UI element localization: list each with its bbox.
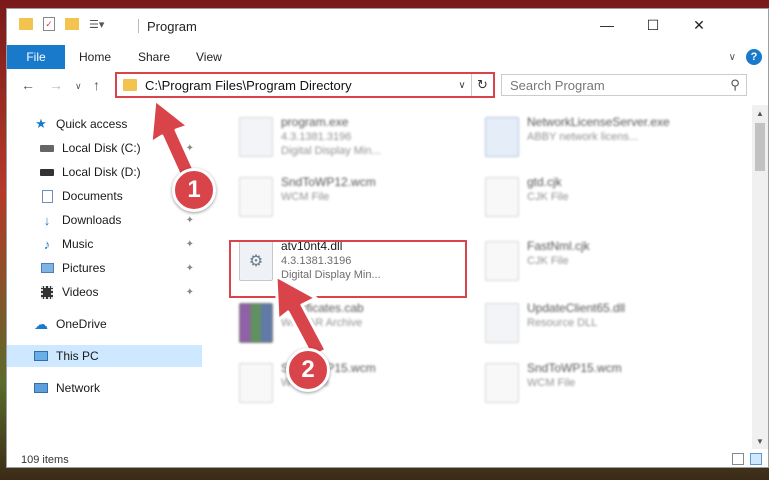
- file-explorer-window: ✓ ☰▾ Program — ☐ ✕ File Home Share View …: [6, 8, 769, 468]
- video-icon: [39, 285, 55, 299]
- drive-icon: [39, 141, 55, 155]
- new-folder-icon[interactable]: [65, 18, 79, 30]
- file-icon: [485, 241, 519, 281]
- sidebar-item-downloads[interactable]: ↓ Downloads ✦: [7, 209, 202, 231]
- sidebar-item-local-disk-c[interactable]: Local Disk (C:) ✦: [7, 137, 202, 159]
- pin-icon[interactable]: ✦: [186, 143, 194, 154]
- highlight-box: [229, 240, 467, 298]
- sidebar-item-pictures[interactable]: Pictures ✦: [7, 257, 202, 279]
- pin-icon[interactable]: ✦: [186, 287, 194, 298]
- document-icon: [39, 189, 55, 203]
- back-arrow-icon[interactable]: ←: [21, 77, 35, 93]
- large-icons-view-icon[interactable]: [750, 453, 762, 465]
- file-icon: [239, 363, 273, 403]
- ribbon-tabs: File Home Share View ∨ ?: [7, 45, 768, 69]
- item-count: 109 items: [21, 454, 69, 466]
- sidebar-item-music[interactable]: ♪ Music ✦: [7, 233, 202, 255]
- vertical-scrollbar[interactable]: ▲ ▼: [752, 105, 768, 449]
- sidebar-item-this-pc[interactable]: This PC: [7, 345, 202, 367]
- file-item[interactable]: SndToWP12.wcm WCM File: [229, 171, 469, 223]
- picture-icon: [39, 261, 55, 275]
- expand-ribbon-icon[interactable]: ∨: [729, 52, 736, 63]
- app-icon: [485, 117, 519, 157]
- dll-gear-icon: [485, 303, 519, 343]
- sidebar-item-network[interactable]: Network: [7, 377, 202, 399]
- sidebar-item-quick-access[interactable]: ★ Quick access: [7, 113, 202, 135]
- file-item[interactable]: FastNml.cjk CJK File: [475, 235, 715, 287]
- address-path[interactable]: C:\Program Files\Program Directory: [145, 78, 453, 93]
- file-item[interactable]: SndToWP15.wcm WCM File: [229, 357, 469, 409]
- file-item[interactable]: program.exe 4.3.1381.3196 Digital Displa…: [229, 111, 469, 163]
- search-input[interactable]: Search Program: [510, 78, 724, 93]
- tab-view[interactable]: View: [196, 50, 222, 64]
- help-icon[interactable]: ?: [746, 49, 762, 65]
- search-box[interactable]: Search Program ⚲: [501, 74, 747, 96]
- file-item[interactable]: gtd.cjk CJK File: [475, 171, 715, 223]
- up-arrow-icon[interactable]: ↑: [93, 77, 100, 93]
- computer-icon: [33, 349, 49, 363]
- address-dropdown-icon[interactable]: ∨: [453, 80, 471, 91]
- file-item[interactable]: SndToWP15.wcm WCM File: [475, 357, 715, 409]
- tab-file[interactable]: File: [7, 45, 65, 69]
- folder-icon: [123, 79, 137, 91]
- title-bar: ✓ ☰▾ Program — ☐ ✕: [7, 9, 768, 41]
- title-separator: [138, 19, 139, 33]
- maximize-button[interactable]: ☐: [630, 9, 676, 41]
- navigation-bar: ← → ∨ ↑ C:\Program Files\Program Directo…: [7, 71, 768, 101]
- properties-icon[interactable]: ✓: [43, 17, 55, 31]
- file-icon: [239, 177, 273, 217]
- pin-icon[interactable]: ✦: [186, 263, 194, 274]
- customize-icon[interactable]: ☰▾: [89, 18, 104, 31]
- star-icon: ★: [35, 116, 47, 131]
- pin-icon[interactable]: ✦: [186, 215, 194, 226]
- minimize-button[interactable]: —: [584, 9, 630, 41]
- folder-icon[interactable]: [19, 18, 33, 30]
- file-list: program.exe 4.3.1381.3196 Digital Displa…: [217, 107, 737, 447]
- tab-home[interactable]: Home: [79, 50, 111, 64]
- file-icon: [485, 363, 519, 403]
- cloud-icon: ☁: [34, 315, 48, 332]
- close-button[interactable]: ✕: [676, 9, 722, 41]
- quick-access-toolbar: ✓ ☰▾: [19, 17, 104, 31]
- scroll-thumb[interactable]: [755, 123, 765, 171]
- window-title: Program: [147, 19, 197, 34]
- sidebar-item-onedrive[interactable]: ☁ OneDrive: [7, 313, 202, 335]
- status-bar: 109 items: [7, 451, 768, 467]
- download-icon: ↓: [43, 212, 51, 228]
- pin-icon[interactable]: ✦: [186, 239, 194, 250]
- file-item[interactable]: UpdateClient65.dll Resource DLL: [475, 297, 715, 349]
- music-icon: ♪: [43, 236, 51, 252]
- file-item[interactable]: NetworkLicenseServer.exe ABBY network li…: [475, 111, 715, 163]
- search-icon[interactable]: ⚲: [724, 77, 746, 93]
- details-view-icon[interactable]: [732, 453, 744, 465]
- drive-icon: [39, 165, 55, 179]
- step-1-badge: 1: [172, 168, 216, 212]
- step-2-badge: 2: [286, 348, 330, 392]
- tab-share[interactable]: Share: [138, 50, 170, 64]
- address-bar[interactable]: C:\Program Files\Program Directory ∨ ↻: [115, 72, 495, 98]
- scroll-down-icon[interactable]: ▼: [752, 433, 768, 449]
- sidebar-item-videos[interactable]: Videos ✦: [7, 281, 202, 303]
- refresh-icon[interactable]: ↻: [471, 74, 493, 96]
- sidebar-item-local-disk-d[interactable]: Local Disk (D:) ✦: [7, 161, 202, 183]
- file-item[interactable]: Certificates.cab WinRAR Archive: [229, 297, 469, 349]
- network-icon: [33, 381, 49, 395]
- navigation-pane: ★ Quick access Local Disk (C:) ✦ Local D…: [7, 109, 207, 449]
- rar-icon: [239, 303, 273, 343]
- exe-icon: [239, 117, 273, 157]
- scroll-up-icon[interactable]: ▲: [752, 105, 768, 121]
- file-icon: [485, 177, 519, 217]
- forward-arrow-icon[interactable]: →: [49, 77, 63, 93]
- recent-locations-icon[interactable]: ∨: [75, 81, 82, 92]
